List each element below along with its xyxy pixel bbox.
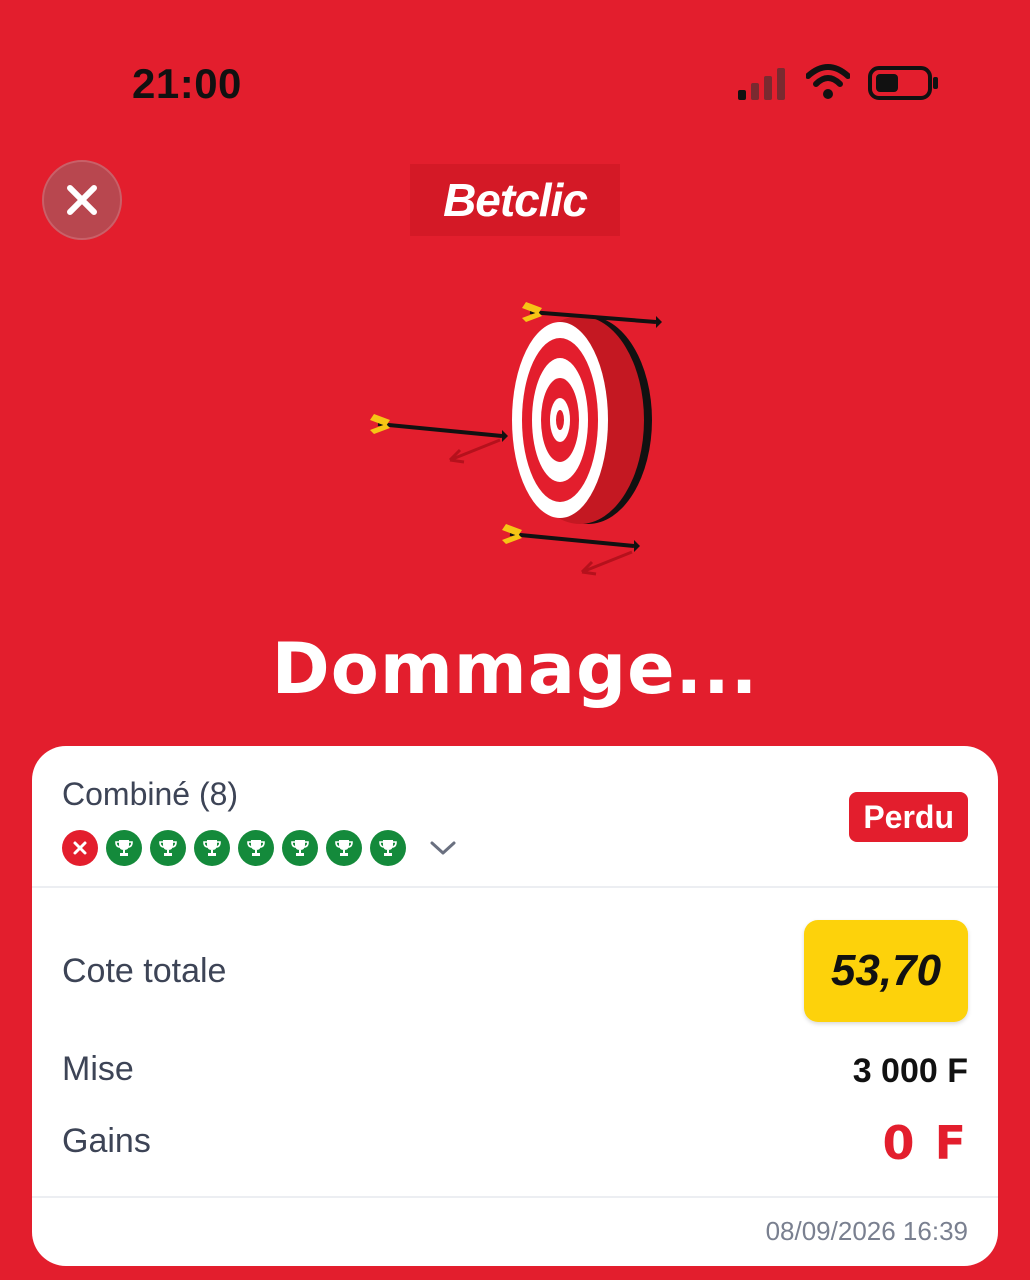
bet-result-screen: 21:00 Betclic Dommage... Combiné (8) Per…	[0, 0, 1030, 1280]
chevron-down-icon[interactable]	[428, 838, 458, 858]
trophy-icon	[159, 840, 177, 856]
battery-icon	[868, 66, 938, 100]
wifi-icon	[806, 64, 850, 99]
total-odds-value: 53,70	[804, 920, 968, 1022]
cellular-signal-icon	[738, 68, 785, 100]
leg-status-won	[370, 830, 406, 866]
close-button[interactable]	[42, 160, 122, 240]
leg-status-won	[326, 830, 362, 866]
bet-legs[interactable]	[62, 830, 458, 866]
winnings-label: Gains	[62, 1122, 151, 1160]
bet-status-badge: Perdu	[849, 792, 968, 842]
leg-status-won	[106, 830, 142, 866]
trophy-icon	[203, 840, 221, 856]
betclic-logo: Betclic	[410, 164, 620, 236]
trophy-icon	[335, 840, 353, 856]
bet-timestamp: 08/09/2026 16:39	[765, 1216, 968, 1246]
bet-summary-card[interactable]: Combiné (8) Perdu Cote totale 53,70 Mise…	[32, 746, 998, 1266]
leg-status-won	[238, 830, 274, 866]
stake-value: 3 000 F	[852, 1052, 968, 1090]
stake-label: Mise	[62, 1050, 134, 1088]
missed-target-illustration	[370, 302, 662, 576]
leg-status-won	[282, 830, 318, 866]
trophy-icon	[291, 840, 309, 856]
trophy-icon	[115, 840, 133, 856]
winnings-value: 0 F	[882, 1116, 968, 1170]
trophy-icon	[379, 840, 397, 856]
bet-type-label: Combiné (8)	[62, 776, 239, 812]
status-time: 21:00	[132, 60, 242, 107]
leg-status-won	[150, 830, 186, 866]
leg-status-won	[194, 830, 230, 866]
card-divider	[32, 1196, 998, 1198]
card-divider	[32, 886, 998, 888]
leg-status-lost	[62, 830, 98, 866]
trophy-icon	[247, 840, 265, 856]
result-headline: Dommage...	[271, 628, 759, 710]
cross-icon	[73, 841, 87, 855]
odds-label: Cote totale	[62, 952, 227, 990]
close-icon	[67, 185, 97, 215]
